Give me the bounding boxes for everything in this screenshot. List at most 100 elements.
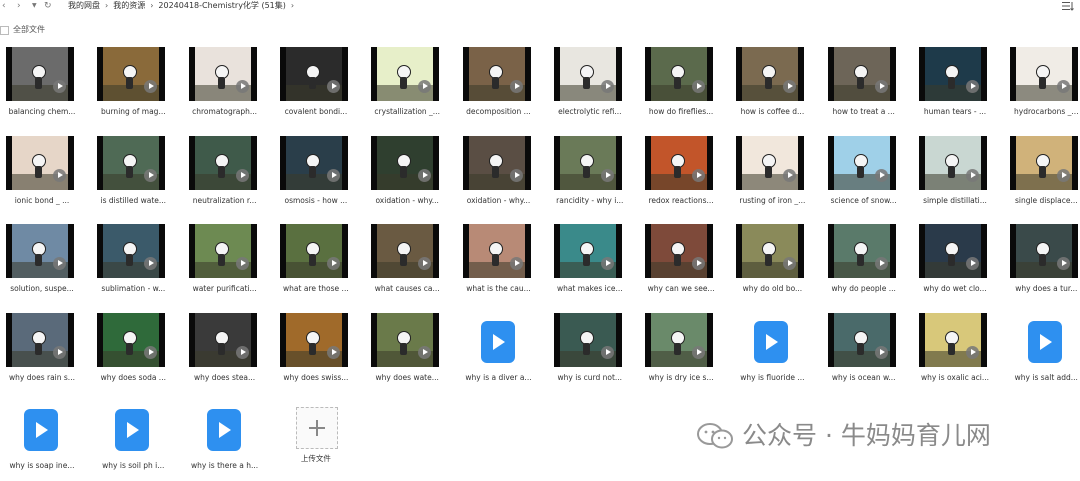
video-thumbnail	[919, 224, 987, 278]
video-thumbnail	[6, 312, 74, 367]
play-icon	[53, 168, 66, 182]
file-item[interactable]: why do people ...	[822, 224, 906, 304]
file-item[interactable]: balancing chem...	[0, 47, 84, 127]
file-item[interactable]: why is ocean w...	[822, 312, 906, 393]
play-icon	[53, 80, 66, 93]
play-icon	[235, 80, 249, 93]
file-item[interactable]: chromatograph...	[183, 47, 267, 127]
file-name: why does wate...	[375, 372, 439, 382]
file-name: why is salt add...	[1014, 372, 1078, 382]
file-item[interactable]: why is oxalic aci...	[913, 312, 997, 393]
wechat-icon	[697, 423, 733, 449]
file-item[interactable]: rancidity - why i...	[548, 135, 632, 216]
play-icon	[692, 257, 706, 270]
file-item[interactable]: water purificati...	[183, 224, 267, 304]
file-item[interactable]: why is soap ine...	[0, 401, 84, 481]
file-name: why does soda ...	[100, 372, 166, 382]
file-name: why is curd not...	[557, 372, 623, 382]
file-name: why does rain s...	[9, 372, 75, 382]
file-item[interactable]: decomposition ...	[457, 47, 541, 127]
file-item[interactable]: science of snow...	[822, 135, 906, 216]
file-name: redox reactions...	[648, 195, 714, 205]
video-thumbnail	[736, 224, 805, 278]
file-item[interactable]: why is curd not...	[548, 312, 632, 393]
file-item[interactable]: why does rain s...	[0, 312, 84, 393]
video-thumbnail	[919, 312, 987, 367]
file-name: decomposition ...	[466, 107, 531, 116]
file-name: oxidation - why...	[466, 195, 531, 205]
file-item[interactable]: electrolytic refi...	[548, 47, 632, 127]
file-item[interactable]: why does soda ...	[91, 312, 175, 393]
file-item[interactable]: neutralization r...	[183, 135, 267, 216]
file-name: why is soap ine...	[9, 461, 75, 470]
file-item[interactable]: simple distillati...	[913, 135, 997, 216]
play-icon	[600, 80, 614, 93]
play-icon	[874, 168, 888, 182]
file-item[interactable]: how to treat a ...	[822, 47, 906, 127]
file-item[interactable]: human tears - ...	[913, 47, 997, 127]
play-icon	[418, 345, 432, 359]
file-item[interactable]: how is coffee d...	[730, 47, 814, 127]
file-item[interactable]: oxidation - why...	[457, 135, 541, 216]
file-item[interactable]: what causes ca...	[365, 224, 449, 304]
play-icon	[600, 345, 614, 359]
file-item[interactable]: burning of mag...	[91, 47, 175, 127]
play-icon	[874, 345, 888, 359]
file-name: how is coffee d...	[740, 107, 805, 116]
file-item[interactable]: why do wet clo...	[913, 224, 997, 304]
file-item[interactable]: why do old bo...	[730, 224, 814, 304]
file-item[interactable]: redox reactions...	[639, 135, 723, 216]
file-name: why is dry ice s...	[648, 372, 714, 382]
file-name: 上传文件	[300, 454, 331, 463]
file-name: rusting of iron _...	[739, 195, 806, 205]
video-thumbnail	[6, 47, 74, 101]
file-name: oxidation - why...	[375, 195, 439, 205]
file-item[interactable]: oxidation - why...	[365, 135, 449, 216]
file-item[interactable]: covalent bondi...	[274, 47, 358, 127]
watermark-text: 公众号 · 牛妈妈育儿网	[742, 421, 991, 450]
file-item[interactable]: crystallization _...	[365, 47, 449, 127]
file-item[interactable]: what is the cau...	[457, 224, 541, 304]
file-item[interactable]: sublimation - w...	[91, 224, 175, 304]
video-thumbnail	[6, 224, 74, 278]
video-thumbnail	[919, 135, 987, 190]
file-name: simple distillati...	[923, 195, 987, 205]
video-thumbnail	[1010, 135, 1079, 190]
file-item[interactable]: solution, suspe...	[0, 224, 84, 304]
file-item[interactable]: is distilled wate...	[91, 135, 175, 216]
video-thumbnail	[827, 135, 896, 190]
file-item[interactable]: why is salt add...	[1004, 313, 1080, 393]
file-item[interactable]: why is fluoride ...	[730, 313, 814, 393]
play-icon	[966, 168, 979, 182]
file-item[interactable]: why does wate...	[365, 312, 449, 393]
file-item[interactable]: why is a diver a...	[457, 313, 541, 393]
file-name: crystallization _...	[374, 107, 440, 116]
file-name: water purificati...	[192, 284, 257, 293]
file-item[interactable]: single displace...	[1004, 135, 1080, 216]
file-item[interactable]: why does swiss...	[274, 312, 358, 393]
video-thumbnail	[827, 224, 896, 278]
file-item[interactable]: why is there a h...	[183, 401, 267, 481]
play-icon	[509, 168, 523, 182]
upload-file-button[interactable]: 上传文件	[274, 401, 358, 481]
file-item[interactable]: why does a tur...	[1004, 224, 1080, 304]
video-file-icon	[1028, 320, 1063, 363]
file-item[interactable]: what are those ...	[274, 224, 358, 304]
file-item[interactable]: why does stea...	[183, 312, 267, 393]
file-item[interactable]: rusting of iron _...	[730, 135, 814, 216]
play-icon	[326, 257, 340, 270]
play-icon	[144, 168, 158, 182]
file-item[interactable]: osmosis - how ...	[274, 135, 358, 216]
file-item[interactable]: how do fireflies...	[639, 47, 723, 127]
video-thumbnail	[462, 224, 531, 278]
file-item[interactable]: ionic bond _ ...	[0, 135, 84, 216]
file-item[interactable]: why is dry ice s...	[639, 312, 723, 393]
file-item[interactable]: why is soil ph i...	[91, 401, 175, 481]
video-thumbnail	[736, 135, 805, 190]
file-item[interactable]: what makes ice...	[548, 224, 632, 304]
file-name: why do wet clo...	[923, 284, 987, 293]
file-item[interactable]: why can we see...	[639, 224, 723, 304]
plus-icon	[295, 407, 338, 449]
file-name: covalent bondi...	[284, 107, 348, 116]
file-item[interactable]: hydrocarbons _...	[1004, 47, 1080, 127]
